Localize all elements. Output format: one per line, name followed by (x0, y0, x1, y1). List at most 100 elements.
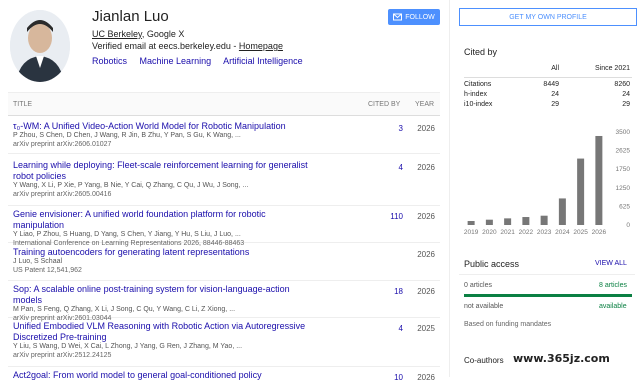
publication-authors: P Zhou, S Chen, D Chen, J Wang, R Jin, B… (13, 132, 241, 139)
title-column-header[interactable]: TITLE (13, 101, 32, 108)
column-divider (449, 0, 450, 377)
citation-bar[interactable] (467, 221, 475, 225)
available-label: available (599, 303, 627, 310)
cited-count[interactable]: 4 (373, 163, 403, 172)
stat-since: 24 (622, 91, 630, 98)
citation-bar[interactable] (485, 219, 493, 225)
available-articles-count: 8 articles (599, 282, 628, 289)
stat-label: i10-index (464, 101, 493, 108)
cited-count[interactable]: 110 (373, 212, 403, 221)
x-tick-label: 2022 (519, 229, 534, 236)
stat-label: Citations (464, 81, 492, 88)
cited-by-heading: Cited by (464, 47, 498, 57)
public-access-heading: Public access (464, 259, 520, 269)
unavailable-articles-count: 0 articles (464, 282, 493, 289)
y-tick-label: 3500 (616, 129, 631, 136)
publication-title[interactable]: Act2goal: From world model to general go… (13, 370, 313, 381)
citation-bar[interactable] (595, 135, 603, 225)
citation-bar[interactable] (577, 158, 585, 225)
publication-title[interactable]: Unified Embodied VLM Reasoning with Robo… (13, 321, 313, 343)
x-tick-label: 2021 (500, 229, 515, 236)
publication-authors: Y Liu, S Wang, D Wei, X Cai, L Zhong, J … (13, 343, 243, 350)
interest-link[interactable]: Robotics (92, 56, 127, 66)
publication-year: 2026 (417, 250, 435, 259)
publication-authors: Y Wang, X Li, P Xie, P Yang, B Nie, Y Ca… (13, 182, 249, 189)
publication-title[interactable]: Genie envisioner: A unified world founda… (13, 209, 313, 231)
publication-year: 2026 (417, 124, 435, 133)
stat-since: 8260 (614, 81, 630, 88)
publication-title[interactable]: Sop: A scalable online post-training sys… (13, 284, 313, 306)
publication-year: 2026 (417, 287, 435, 296)
x-tick-label: 2024 (555, 229, 570, 236)
homepage-link[interactable]: Homepage (239, 41, 283, 51)
cited-count[interactable]: 18 (373, 287, 403, 296)
citations-per-year-chart: 0 625 1250 1750 2625 3500 2019 2020 2021 2022 2023… (464, 129, 631, 236)
affiliation-link[interactable]: UC Berkeley (92, 29, 142, 39)
publication-row: τ₀-WM: A Unified Video-Action World Mode… (8, 121, 440, 154)
research-interests: Robotics Machine Learning Artificial Int… (92, 56, 313, 66)
publication-row: Genie envisioner: A unified world founda… (8, 209, 440, 247)
publication-row: Unified Embodied VLM Reasoning with Robo… (8, 321, 440, 367)
profile-email: Verified email at eecs.berkeley.edu - Ho… (92, 41, 283, 51)
year-column-header[interactable]: YEAR (415, 101, 434, 108)
publication-authors: M Pan, S Feng, Q Zhang, X Li, J Song, C … (13, 306, 236, 313)
get-my-own-profile-button[interactable]: GET MY OWN PROFILE (459, 8, 637, 26)
not-available-label: not available (464, 303, 504, 310)
publication-title[interactable]: Learning while deploying: Fleet-scale re… (13, 160, 313, 182)
citation-bar[interactable] (504, 218, 512, 225)
citation-bar[interactable] (540, 215, 548, 225)
publication-venue: US Patent 12,541,962 (13, 266, 82, 274)
publication-row: Sop: A scalable online post-training sys… (8, 284, 440, 322)
x-tick-label: 2020 (482, 229, 497, 236)
watermark-text: www.365jz.com (513, 352, 639, 372)
publication-year: 2026 (417, 163, 435, 172)
stat-all: 29 (551, 101, 559, 108)
cited-count[interactable]: 3 (373, 124, 403, 133)
publication-authors: J Luo, S Schaal (13, 258, 63, 265)
x-tick-label: 2023 (537, 229, 552, 236)
profile-photo (10, 10, 70, 82)
x-tick-label: 2019 (464, 229, 479, 236)
citation-bar[interactable] (558, 198, 566, 225)
view-all-link[interactable]: VIEW ALL (595, 260, 627, 267)
interest-link[interactable]: Machine Learning (140, 56, 212, 66)
publication-venue: arXiv preprint arXiv:2512.24125 (13, 351, 112, 359)
citation-stats-table: All Since 2021 Citations 8449 8260 h-ind… (464, 65, 632, 111)
stat-all: 8449 (543, 81, 559, 88)
publication-year: 2025 (417, 324, 435, 333)
follow-button[interactable]: FOLLOW (388, 9, 440, 25)
y-tick-label: 625 (619, 203, 630, 210)
interest-link[interactable]: Artificial Intelligence (223, 56, 303, 66)
cited-count[interactable]: 10 (373, 373, 403, 382)
publication-row: Act2goal: From world model to general go… (8, 370, 440, 382)
cited-count[interactable]: 4 (373, 324, 403, 333)
publication-year: 2026 (417, 212, 435, 221)
publication-title[interactable]: Training autoencoders for generating lat… (13, 247, 313, 258)
envelope-icon (393, 13, 403, 21)
y-tick-label: 1750 (616, 166, 631, 173)
y-tick-label: 0 (626, 222, 630, 229)
divider (459, 274, 635, 275)
citation-bar[interactable] (522, 217, 530, 225)
publication-row: Learning while deploying: Fleet-scale re… (8, 160, 440, 206)
co-authors-heading: Co-authors (464, 356, 504, 365)
publication-row: Training autoencoders for generating lat… (8, 247, 440, 281)
publication-venue: arXiv preprint arXiv:2606.01027 (13, 140, 112, 148)
cited-by-column-header[interactable]: CITED BY (368, 101, 400, 108)
stats-all-header: All (551, 65, 559, 72)
y-tick-label: 1250 (616, 185, 631, 192)
x-tick-label: 2026 (592, 229, 607, 236)
publication-venue: arXiv preprint arXiv:2605.00416 (13, 190, 112, 198)
publication-title[interactable]: τ₀-WM: A Unified Video-Action World Mode… (13, 121, 313, 132)
x-tick-label: 2025 (573, 229, 588, 236)
publication-authors: Y Liao, P Zhou, S Huang, D Yang, S Chen,… (13, 231, 241, 238)
stat-all: 24 (551, 91, 559, 98)
stat-label: h-index (464, 91, 487, 98)
funding-mandates-note: Based on funding mandates (464, 321, 552, 328)
publication-year: 2026 (417, 373, 435, 382)
profile-affiliation: UC Berkeley, Google X (92, 29, 185, 39)
profile-name: Jianlan Luo (92, 8, 169, 25)
public-access-bar (464, 294, 632, 297)
stats-since-header: Since 2021 (594, 65, 630, 72)
stat-since: 29 (622, 101, 630, 108)
